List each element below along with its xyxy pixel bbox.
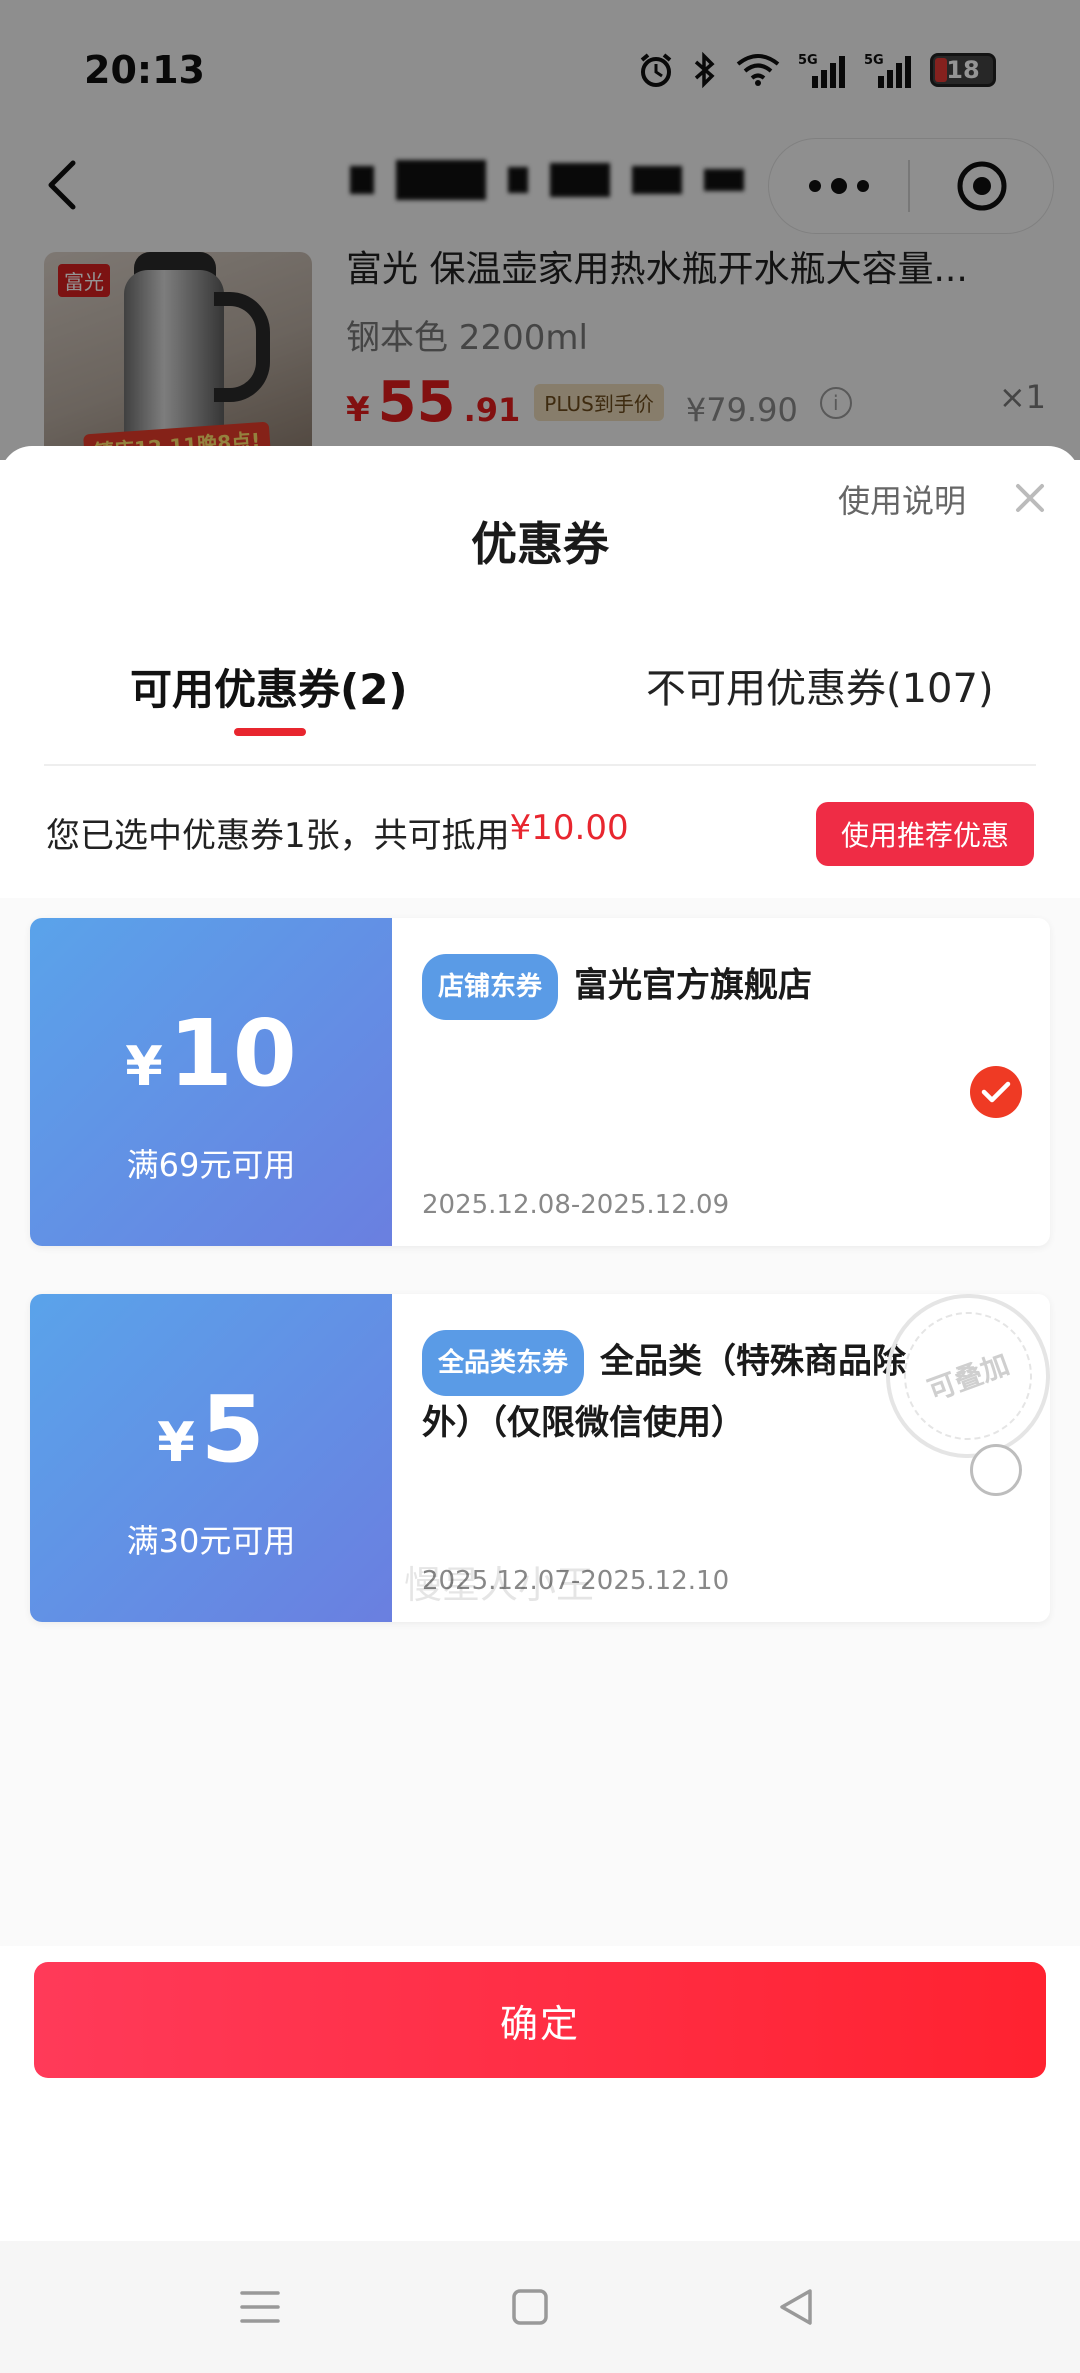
coupon-selected-checkbox[interactable] bbox=[970, 1066, 1022, 1118]
coupon-condition: 满69元可用 bbox=[126, 1146, 296, 1184]
coupon-sheet: 使用说明 优惠券 可用优惠券(2) 不可用优惠券(107) 您已选中优惠券1张，… bbox=[0, 446, 1080, 2373]
coupon-type-tag: 全品类东券 bbox=[422, 1330, 585, 1396]
coupon-card[interactable]: ¥10 满69元可用 店铺东券 富光官方旗舰店 2025.12.08-2025.1… bbox=[30, 918, 1050, 1246]
coupon-list: ¥10 满69元可用 店铺东券 富光官方旗舰店 2025.12.08-2025.1… bbox=[0, 898, 1080, 1948]
coupon-heading: 店铺东券 富光官方旗舰店 bbox=[422, 954, 942, 1020]
home-square-icon bbox=[512, 2289, 548, 2325]
coupon-type-tag: 店铺东券 bbox=[422, 954, 559, 1020]
coupon-unselected-radio[interactable] bbox=[970, 1444, 1022, 1496]
coupon-condition: 满30元可用 bbox=[126, 1522, 296, 1560]
confirm-button[interactable]: 确定 bbox=[34, 1962, 1046, 2078]
menu-icon bbox=[240, 2291, 280, 2323]
coupon-name: 富光官方旗舰店 bbox=[574, 965, 813, 1006]
coupon-value: ¥10 bbox=[125, 1000, 297, 1107]
tab-unavailable[interactable]: 不可用优惠券(107) bbox=[646, 656, 994, 714]
active-tab-indicator bbox=[234, 728, 306, 736]
coupon-value-panel: ¥10 满69元可用 bbox=[30, 918, 392, 1246]
coupon-heading: 全品类东券 全品类（特殊商品除外）（仅限微信使用） bbox=[422, 1330, 942, 1450]
dim-overlay[interactable] bbox=[0, 0, 1080, 460]
stamp-text: 可叠加 bbox=[885, 1294, 1050, 1459]
back-triangle-icon bbox=[780, 2289, 812, 2325]
use-recommended-button[interactable]: 使用推荐优惠 bbox=[816, 802, 1034, 866]
menu-nav-button[interactable] bbox=[230, 2277, 290, 2337]
summary-text: 您已选中优惠券1张，共可抵用 ¥10.00 bbox=[46, 808, 629, 857]
watermark: 慢星人小王 bbox=[404, 1563, 595, 1607]
summary-prefix: 您已选中优惠券1张，共可抵用 bbox=[46, 816, 510, 856]
confirm-area: 确定 bbox=[0, 1946, 1080, 2086]
sheet-title: 优惠券 bbox=[471, 517, 609, 571]
coupon-date: 2025.12.08-2025.12.09 bbox=[422, 1190, 730, 1220]
coupon-value: ¥5 bbox=[157, 1376, 265, 1483]
back-nav-button[interactable] bbox=[766, 2277, 826, 2337]
system-nav-bar bbox=[0, 2241, 1080, 2373]
selection-summary: 您已选中优惠券1张，共可抵用 ¥10.00 使用推荐优惠 bbox=[0, 766, 1080, 896]
home-nav-button[interactable] bbox=[500, 2277, 560, 2337]
checkmark-icon bbox=[981, 1081, 1011, 1103]
tab-available[interactable]: 可用优惠券(2) bbox=[130, 656, 408, 717]
summary-amount: ¥10.00 bbox=[509, 808, 629, 848]
coupon-value-panel: ¥5 满30元可用 bbox=[30, 1294, 392, 1622]
coupon-tabs: 可用优惠券(2) 不可用优惠券(107) bbox=[44, 636, 1036, 766]
coupon-info: 店铺东券 富光官方旗舰店 2025.12.08-2025.12.09 bbox=[422, 918, 1022, 1246]
